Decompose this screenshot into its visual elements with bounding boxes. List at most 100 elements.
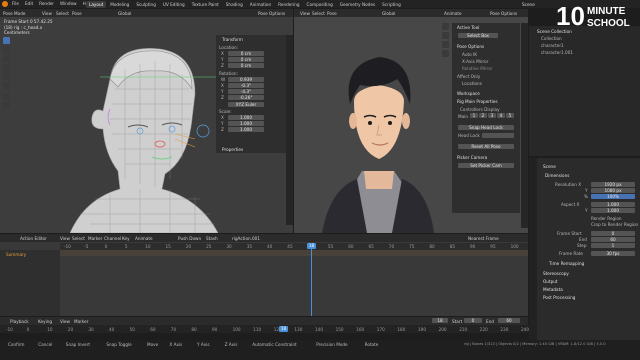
grid-icon[interactable] xyxy=(442,50,449,57)
tab-uv-editing[interactable]: UV Editing xyxy=(160,1,188,8)
rotation-mode-dropdown[interactable]: XYZ Euler xyxy=(228,102,264,107)
character-render[interactable] xyxy=(302,49,450,233)
select-box-button[interactable]: Select Box xyxy=(458,33,498,38)
character-wireframe[interactable] xyxy=(70,39,220,233)
scale-tool-icon[interactable] xyxy=(3,73,10,80)
start-field[interactable]: 0 xyxy=(464,318,482,323)
menu-file[interactable]: File xyxy=(12,1,19,6)
tab-animation[interactable]: Animation xyxy=(247,1,274,8)
post-processing-section[interactable]: Post Processing xyxy=(543,295,575,300)
rv-pose-menu[interactable]: Pose xyxy=(327,11,337,16)
outliner[interactable]: Scene Collection Collection character1 c… xyxy=(529,26,640,156)
ae-channel-menu[interactable]: Channel xyxy=(104,236,121,241)
resolution-pct-field[interactable]: 100% xyxy=(591,194,635,199)
camera-icon[interactable] xyxy=(442,41,449,48)
action-editor[interactable]: Action Editor View Select Marker Channel… xyxy=(0,234,528,316)
current-frame-field[interactable]: 18 xyxy=(432,318,448,323)
playback-menu[interactable]: Playback xyxy=(10,319,29,324)
summary-channel[interactable]: Summary xyxy=(6,252,26,257)
pose-options-dropdown[interactable]: Pose Options xyxy=(258,11,285,16)
frame-end-field[interactable]: 60 xyxy=(591,237,635,242)
rotate-tool-icon[interactable] xyxy=(3,64,10,71)
mode-dropdown[interactable]: Pose Mode xyxy=(3,11,25,16)
rotation-z-field[interactable]: -0.26° xyxy=(228,95,264,100)
tab-shading[interactable]: Shading xyxy=(223,1,246,8)
resolution-y-field[interactable]: 1080 px xyxy=(591,188,635,193)
tab-scripting[interactable]: Scripting xyxy=(379,1,404,8)
dimensions-title[interactable]: Dimensions xyxy=(545,173,569,178)
zoom-icon[interactable] xyxy=(442,23,449,30)
tab-rendering[interactable]: Rendering xyxy=(275,1,302,8)
frame-ruler[interactable]: -10-505101520253035404550556065707580859… xyxy=(60,243,528,250)
rv-orientation[interactable]: Global xyxy=(382,11,395,16)
resolution-x-field[interactable]: 1920 px xyxy=(591,182,635,187)
snap-head-button[interactable]: Snap Head Lock xyxy=(458,125,514,130)
time-remapping-section[interactable]: Time Remapping xyxy=(549,261,584,266)
scrub-playhead-badge[interactable]: 18 xyxy=(279,326,288,332)
outliner-item-character1-001[interactable]: character1.001 xyxy=(541,50,573,55)
stash-button[interactable]: Stash xyxy=(206,236,218,241)
ae-animate-menu[interactable]: Animate xyxy=(135,236,153,241)
head-lock-slider[interactable] xyxy=(482,133,514,138)
layer-2-button[interactable]: 2 xyxy=(479,113,487,118)
ae-key-menu[interactable]: Key xyxy=(122,236,130,241)
pan-hand-icon[interactable] xyxy=(442,32,449,39)
move-tool-icon[interactable] xyxy=(3,55,10,62)
outliner-item-character1[interactable]: character1 xyxy=(541,43,564,48)
scene-selector[interactable]: Scene xyxy=(522,2,535,7)
rotation-y-field[interactable]: -4.3° xyxy=(228,89,264,94)
right-viewport[interactable]: View Select Pose Global Animate Pose Opt… xyxy=(294,9,528,233)
auto-ik-checkbox[interactable]: Auto IK xyxy=(462,52,477,57)
aspect-y-field[interactable]: 1.000 xyxy=(591,208,635,213)
left-viewport[interactable]: Pose Mode View Select Pose Global Pose O… xyxy=(0,9,293,233)
playhead-frame-badge[interactable]: 18 xyxy=(307,243,316,249)
set-picker-button[interactable]: Set Picker Cam xyxy=(458,163,514,168)
crop-region-checkbox[interactable]: Crop to Render Region xyxy=(591,222,638,227)
frame-rate-dropdown[interactable]: 30 fps xyxy=(591,251,635,256)
tl-marker-menu[interactable]: Marker xyxy=(74,319,88,324)
output-section[interactable]: Output xyxy=(543,279,558,284)
layer-3-button[interactable]: 3 xyxy=(488,113,496,118)
properties-editor[interactable]: Scene Dimensions Resolution X 1920 px Y … xyxy=(529,158,640,340)
metadata-section[interactable]: Metadata xyxy=(543,287,563,292)
frame-step-field[interactable]: 1 xyxy=(591,243,635,248)
tl-view-menu[interactable]: View xyxy=(60,319,70,324)
rv-view-menu[interactable]: View xyxy=(300,11,310,16)
push-down-button[interactable]: Push Down xyxy=(178,236,201,241)
menu-render[interactable]: Render xyxy=(39,1,54,6)
scale-z-field[interactable]: 1.000 xyxy=(228,127,264,132)
location-y-field[interactable]: 0 cm xyxy=(228,57,264,62)
menu-edit[interactable]: Edit xyxy=(25,1,33,6)
playhead-line[interactable] xyxy=(311,243,312,316)
rotation-x-field[interactable]: -0.3° xyxy=(228,83,264,88)
cursor-tool-icon[interactable] xyxy=(3,46,10,53)
editor-mode-dropdown[interactable]: Action Editor xyxy=(20,236,47,241)
select-tool-icon[interactable] xyxy=(3,37,10,44)
properties-subpanel[interactable]: Properties xyxy=(222,147,243,152)
locations-checkbox[interactable]: Locations xyxy=(462,81,482,86)
relative-mirror-checkbox[interactable]: Relative Mirror xyxy=(462,66,493,71)
stereoscopy-section[interactable]: Stereoscopy xyxy=(543,271,569,276)
aspect-x-field[interactable]: 1.000 xyxy=(591,202,635,207)
keying-menu[interactable]: Keying xyxy=(38,319,52,324)
x-axis-mirror-checkbox[interactable]: X-Axis Mirror xyxy=(462,59,488,64)
rv-options[interactable]: Pose Options xyxy=(490,11,517,16)
tab-compositing[interactable]: Compositing xyxy=(304,1,336,8)
select-menu[interactable]: Select xyxy=(56,11,69,16)
tab-geometry-nodes[interactable]: Geometry Nodes xyxy=(337,1,378,8)
rv-animate[interactable]: Animate xyxy=(444,11,462,16)
frame-start-field[interactable]: 0 xyxy=(591,231,635,236)
outliner-item-collection[interactable]: Collection xyxy=(541,36,562,41)
location-x-field[interactable]: 0 cm xyxy=(228,51,264,56)
scale-y-field[interactable]: 1.000 xyxy=(228,121,264,126)
ae-view-menu[interactable]: View xyxy=(60,236,70,241)
render-region-checkbox[interactable]: Render Region xyxy=(591,216,622,221)
nearest-frame-dropdown[interactable]: Nearest Frame xyxy=(468,236,499,241)
end-field[interactable]: 60 xyxy=(498,318,520,323)
rv-select-menu[interactable]: Select xyxy=(312,11,325,16)
tab-texture-paint[interactable]: Texture Paint xyxy=(189,1,222,8)
ae-select-menu[interactable]: Select xyxy=(72,236,85,241)
scale-x-field[interactable]: 1.000 xyxy=(228,115,264,120)
pose-menu[interactable]: Pose xyxy=(72,11,82,16)
tab-layout[interactable]: Layout xyxy=(86,0,107,8)
